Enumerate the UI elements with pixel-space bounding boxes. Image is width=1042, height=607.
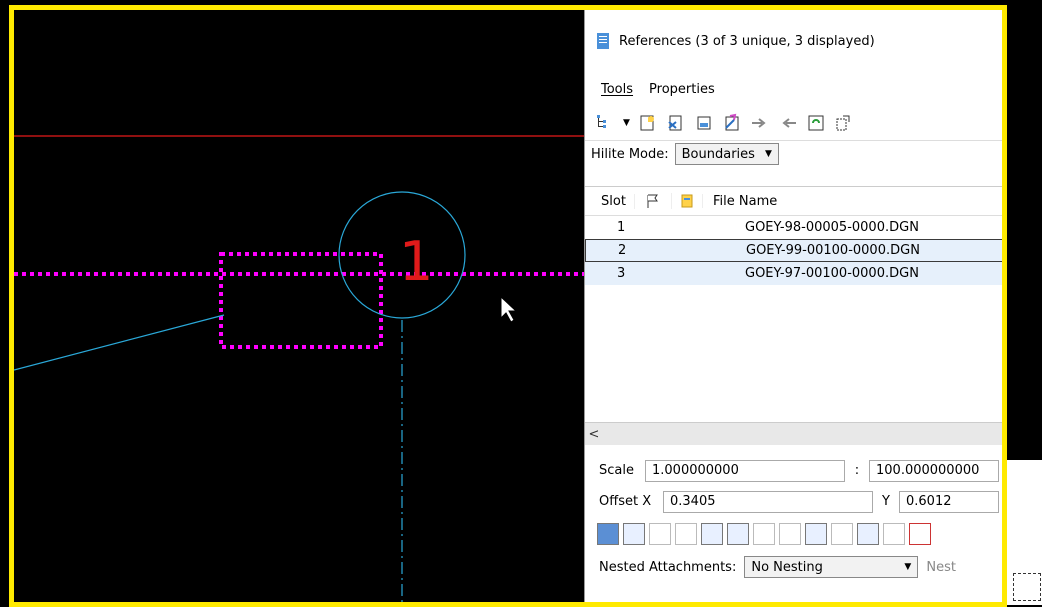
snap-toggle-icon[interactable] xyxy=(623,523,645,545)
column-flag[interactable] xyxy=(635,193,672,209)
circle-label: 1 xyxy=(399,230,433,293)
hilite-forward-icon[interactable] xyxy=(750,113,770,133)
table-row-selected[interactable]: 2 GOEY-99-00100-0000.DGN xyxy=(585,239,1002,262)
tree-view-icon[interactable] xyxy=(595,113,615,133)
dialog-title: References (3 of 3 unique, 3 displayed) xyxy=(619,33,875,49)
raster-icon[interactable] xyxy=(831,523,853,545)
nested-attachments-label: Nested Attachments: xyxy=(599,559,737,575)
offset-x-label: Offset X xyxy=(599,494,652,509)
offset-x-input[interactable]: 0.3405 xyxy=(663,490,873,513)
reference-settings: Scale 1.000000000 : 100.000000000 Offset… xyxy=(585,455,1002,583)
scale-row: Scale 1.000000000 : 100.000000000 xyxy=(585,455,1002,486)
menu-tools[interactable]: Tools xyxy=(601,82,633,97)
column-file-name[interactable]: File Name xyxy=(703,194,777,209)
cad-viewport[interactable]: 1 xyxy=(14,10,584,602)
sync-reference-icon[interactable] xyxy=(806,113,826,133)
menu-properties[interactable]: Properties xyxy=(649,82,715,97)
annotation-icon[interactable] xyxy=(909,523,931,545)
row-slot: 3 xyxy=(617,266,626,281)
reload-reference-icon[interactable] xyxy=(694,113,714,133)
row-slot: 1 xyxy=(617,220,626,235)
horizontal-scrollbar[interactable]: < xyxy=(585,422,1002,445)
nested-attachments-row: Nested Attachments: No Nesting ▼ Nest xyxy=(585,551,1002,583)
mouse-cursor-icon xyxy=(500,295,518,323)
nest-depth-label: Nest xyxy=(926,559,956,575)
display-toggles-row xyxy=(585,517,1002,551)
column-slot[interactable]: Slot xyxy=(585,193,635,209)
row-file-name: GOEY-99-00100-0000.DGN xyxy=(746,243,920,258)
clip-icon[interactable] xyxy=(883,523,905,545)
line-style-scale-icon[interactable] xyxy=(727,523,749,545)
global-lighting-icon[interactable] xyxy=(779,523,801,545)
nested-attachments-value: No Nesting xyxy=(751,559,823,575)
nested-attachments-select[interactable]: No Nesting ▼ xyxy=(744,556,919,578)
ratio-separator: : xyxy=(854,463,860,478)
row-file-name: GOEY-98-00005-0000.DGN xyxy=(745,220,919,235)
hilite-mode-select[interactable]: Boundaries ▼ xyxy=(674,143,779,165)
true-scale-icon[interactable] xyxy=(701,523,723,545)
row-file-name: GOEY-97-00100-0000.DGN xyxy=(745,266,919,281)
scale-label: Scale xyxy=(599,463,634,478)
hilite-back-icon[interactable] xyxy=(778,113,798,133)
display-toggle-icon[interactable] xyxy=(597,523,619,545)
dialog-titlebar: References (3 of 3 unique, 3 displayed) xyxy=(585,10,1002,72)
hilite-mode-row: Hilite Mode: Boundaries ▼ xyxy=(585,141,1002,167)
cyan-diagonal-line xyxy=(14,314,225,371)
flag-icon xyxy=(647,194,658,208)
hilite-mode-label: Hilite Mode: xyxy=(591,146,669,162)
row-slot: 2 xyxy=(618,243,627,258)
lock-toggle-icon[interactable] xyxy=(675,523,697,545)
list-header: Slot File Name xyxy=(585,187,1002,216)
menu-bar: Tools Properties xyxy=(585,72,1002,106)
screenshot-frame: 1 References (3 of 3 unique, 3 displayed… xyxy=(9,5,1007,607)
references-toolbar: ▼ xyxy=(585,106,1002,141)
references-list[interactable]: Slot File Name 1 GOEY-98-00005-0000.DGN … xyxy=(585,186,1002,423)
table-row[interactable]: 1 GOEY-98-00005-0000.DGN xyxy=(585,216,1002,239)
column-presentation[interactable] xyxy=(672,194,703,208)
chevron-down-icon[interactable]: ▼ xyxy=(623,118,630,128)
magenta-dotted-rectangle xyxy=(219,252,383,349)
outer-toolbar-icon xyxy=(1013,573,1041,601)
document-icon xyxy=(681,194,693,208)
scale-input-2[interactable]: 100.000000000 xyxy=(869,459,999,482)
hilite-mode-value: Boundaries xyxy=(681,146,755,162)
detach-reference-icon[interactable] xyxy=(666,113,686,133)
attach-reference-icon[interactable] xyxy=(638,113,658,133)
chevron-down-icon: ▼ xyxy=(764,149,772,159)
locate-toggle-icon[interactable] xyxy=(649,523,671,545)
exchange-reference-icon[interactable] xyxy=(722,113,742,133)
lightbulb-icon[interactable] xyxy=(857,523,879,545)
copy-reference-icon[interactable] xyxy=(834,113,854,133)
scroll-left-arrow[interactable]: < xyxy=(585,427,603,442)
level-display-icon[interactable] xyxy=(805,523,827,545)
table-row[interactable]: 3 GOEY-97-00100-0000.DGN xyxy=(585,262,1002,285)
offset-y-input[interactable]: 0.6012 xyxy=(899,490,999,513)
document-icon xyxy=(597,33,609,49)
offset-row: Offset X 0.3405 Y 0.6012 xyxy=(585,486,1002,517)
scale-input[interactable]: 1.000000000 xyxy=(645,459,845,482)
references-dialog: References (3 of 3 unique, 3 displayed) … xyxy=(584,10,1002,602)
chevron-down-icon: ▼ xyxy=(904,562,912,572)
offset-y-label: Y xyxy=(882,494,890,509)
treat-as-element-icon[interactable] xyxy=(753,523,775,545)
